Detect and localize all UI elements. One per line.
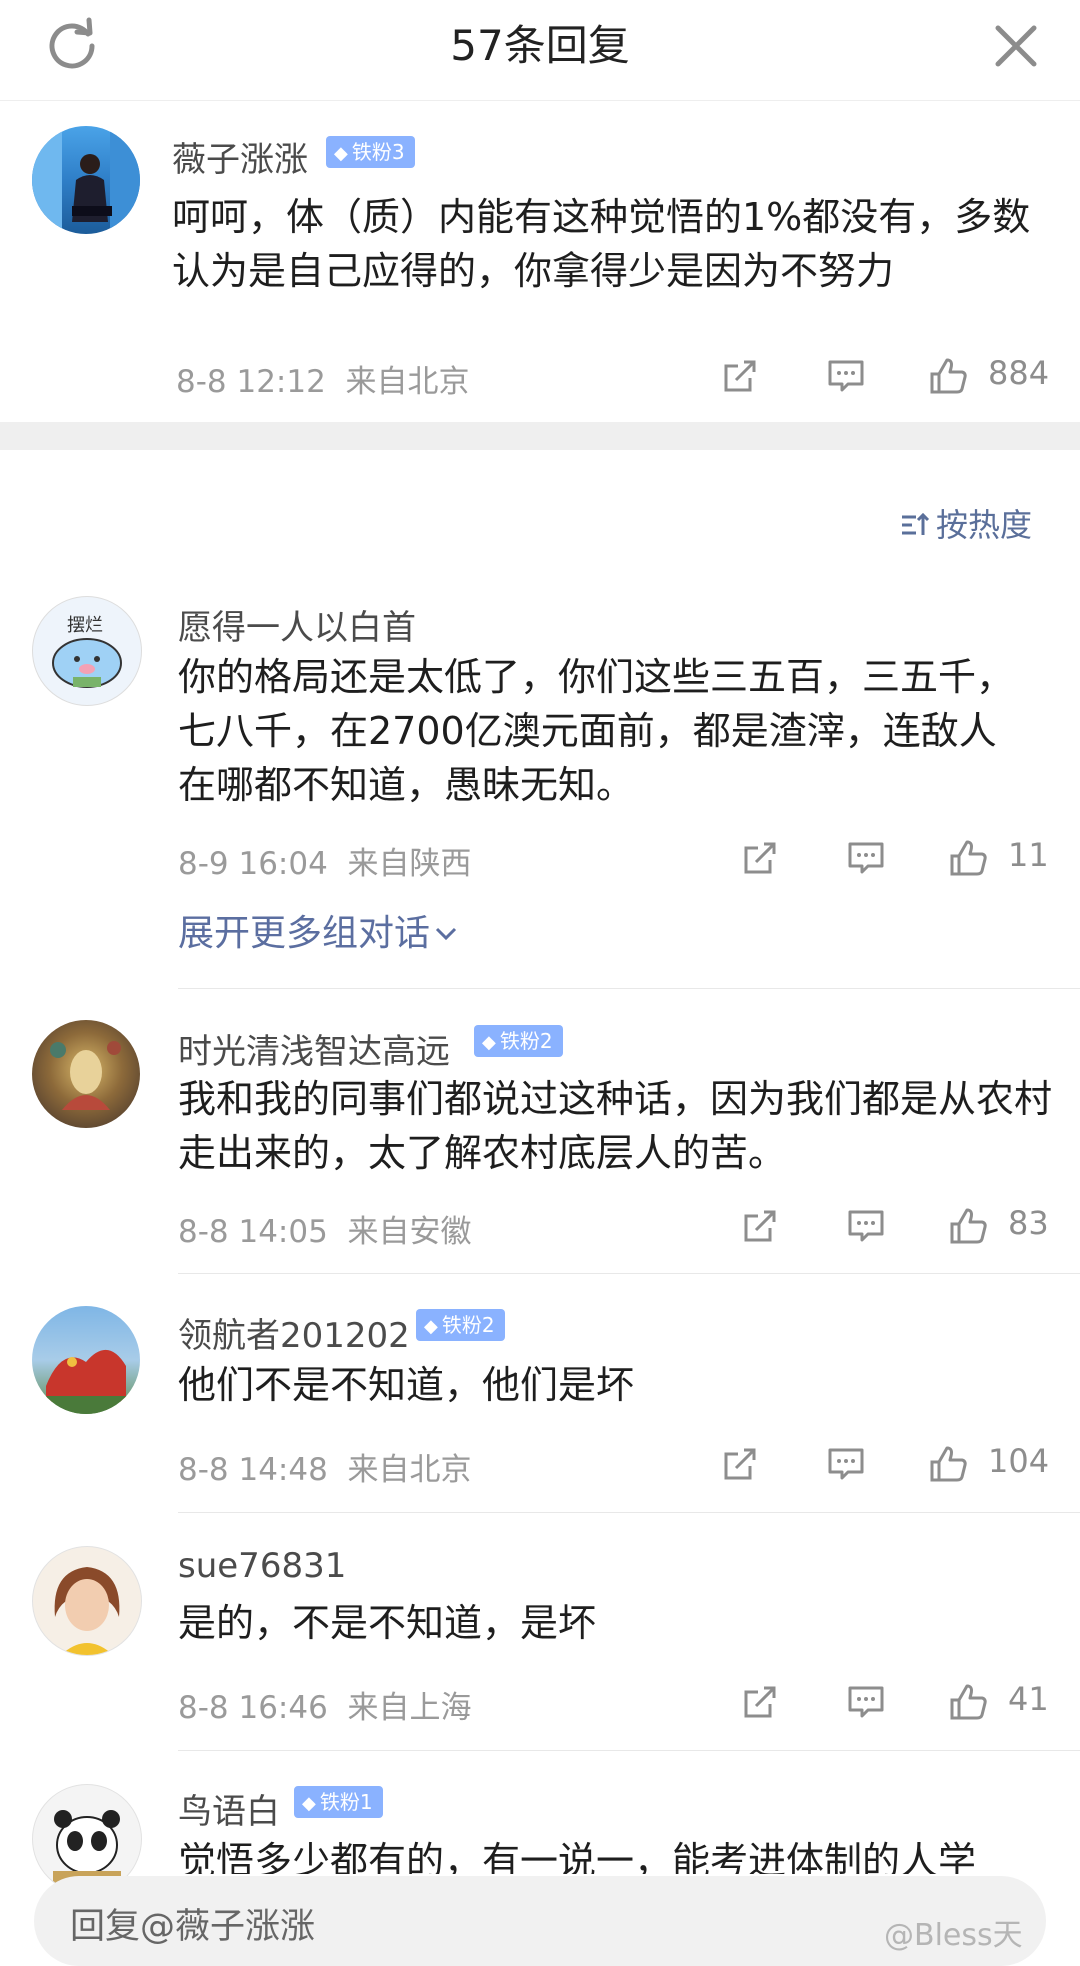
comment-actions: 884 [720, 346, 1050, 406]
page-title: 57条回复 [450, 21, 630, 70]
diamond-icon: ◆ [334, 143, 348, 164]
badge-label: 铁粉3 [351, 140, 405, 164]
chevron-down-icon [435, 927, 457, 941]
row-divider [178, 1750, 1080, 1751]
thumbs-up-icon[interactable] [928, 1444, 970, 1484]
comment-icon[interactable] [846, 1206, 886, 1246]
like-count: 41 [1008, 1680, 1049, 1718]
comment-location: 来自北京 [345, 364, 470, 400]
like-count: 83 [1008, 1204, 1049, 1242]
like-count: 884 [988, 354, 1050, 392]
thumbs-up-icon[interactable] [948, 1206, 990, 1246]
comment-time: 8-8 12:12 [176, 364, 326, 400]
reply-actions: 83 [740, 1196, 1070, 1256]
fan-badge: ◆ 铁粉2 [416, 1309, 505, 1341]
like-count: 11 [1008, 836, 1049, 874]
share-icon[interactable] [720, 356, 760, 396]
expand-conversation-link[interactable]: 展开更多组对话 [178, 904, 458, 956]
reply-text: 是的，不是不知道，是坏 [178, 1601, 597, 1645]
reply-text: 觉悟多少都有的，有一说一，能考进体制的人学 [178, 1839, 977, 1874]
avatar-reply-4[interactable] [32, 1546, 142, 1656]
comment-icon[interactable] [846, 838, 886, 878]
reply-text: 你的格局还是太低了，你们这些三五百，三五千，七八千，在2700亿澳元面前，都是渣… [178, 655, 1015, 807]
sort-label: 按热度 [936, 506, 1033, 544]
reply-meta: 8-9 16:04 来自陕西 [178, 838, 472, 883]
reply-meta: 8-8 14:05 来自安徽 [178, 1206, 472, 1251]
share-icon[interactable] [720, 1444, 760, 1484]
watermark: @Bless天 [884, 1918, 1023, 1953]
svg-text:摆烂: 摆烂 [67, 615, 103, 636]
share-icon[interactable] [740, 838, 780, 878]
row-divider [178, 1273, 1080, 1274]
reply-location: 来自安徽 [347, 1214, 472, 1250]
like-count: 104 [988, 1442, 1050, 1480]
reply-text: 我和我的同事们都说过这种话，因为我们都是从农村走出来的，太了解农村底层人的苦。 [178, 1077, 1053, 1175]
reply-username[interactable]: 鸟语白 [178, 1784, 280, 1833]
avatar-main[interactable] [32, 126, 140, 234]
reply-location: 来自上海 [347, 1690, 472, 1726]
fan-badge: ◆ 铁粉1 [294, 1786, 383, 1818]
reply-time: 8-8 14:05 [178, 1214, 328, 1250]
reply-text: 他们不是不知道，他们是坏 [178, 1363, 635, 1407]
reply-username[interactable]: sue76831 [178, 1546, 346, 1586]
reply-meta: 8-8 14:48 来自北京 [178, 1444, 472, 1489]
badge-label: 铁粉1 [319, 1790, 373, 1814]
reply-location: 来自北京 [347, 1452, 472, 1488]
comment-icon[interactable] [846, 1682, 886, 1722]
share-icon[interactable] [740, 1206, 780, 1246]
sort-icon [902, 512, 930, 535]
main-comment-text: 呵呵，体（质）内能有这种觉悟的1%都没有，多数认为是自己应得的，你拿得少是因为不… [172, 195, 1031, 293]
diamond-icon: ◆ [482, 1032, 496, 1053]
row-divider [178, 1512, 1080, 1513]
reply-time: 8-9 16:04 [178, 846, 328, 882]
main-username[interactable]: 薇子涨涨 [172, 132, 308, 181]
thumbs-up-icon[interactable] [948, 838, 990, 878]
comment-meta: 8-8 12:12 来自北京 [176, 356, 470, 401]
reply-time: 8-8 16:46 [178, 1690, 328, 1726]
comment-icon[interactable] [826, 356, 866, 396]
reply-username[interactable]: 愿得一人以白首 [178, 600, 416, 649]
diamond-icon: ◆ [302, 1793, 316, 1814]
section-divider [0, 422, 1080, 450]
reply-username[interactable]: 领航者201202 [178, 1308, 410, 1357]
reply-actions: 41 [740, 1672, 1070, 1732]
reply-username[interactable]: 时光清浅智达高远 [178, 1024, 450, 1073]
reply-location: 来自陕西 [347, 846, 472, 882]
reply-time: 8-8 14:48 [178, 1452, 328, 1488]
expand-label: 展开更多组对话 [178, 913, 431, 954]
avatar-reply-2[interactable] [32, 1020, 140, 1128]
reply-actions: 11 [740, 828, 1070, 888]
thumbs-up-icon[interactable] [928, 356, 970, 396]
close-icon[interactable] [986, 16, 1046, 76]
fan-badge: ◆ 铁粉2 [474, 1025, 563, 1057]
row-divider [178, 988, 1080, 989]
sort-toggle[interactable]: 按热度 [900, 500, 1032, 546]
thumbs-up-icon[interactable] [948, 1682, 990, 1722]
badge-label: 铁粉2 [441, 1313, 495, 1337]
reply-actions: 104 [720, 1434, 1050, 1494]
reply-meta: 8-8 16:46 来自上海 [178, 1682, 472, 1727]
reply-placeholder: 回复@薇子涨涨 [70, 1907, 316, 1947]
comment-icon[interactable] [826, 1444, 866, 1484]
avatar-reply-1[interactable]: 摆烂 [32, 596, 142, 706]
top-bar: 57条回复 [0, 0, 1080, 101]
badge-label: 铁粉2 [499, 1029, 553, 1053]
fan-badge: ◆ 铁粉3 [326, 136, 415, 168]
diamond-icon: ◆ [424, 1316, 438, 1337]
share-icon[interactable] [740, 1682, 780, 1722]
avatar-reply-3[interactable] [32, 1306, 140, 1414]
